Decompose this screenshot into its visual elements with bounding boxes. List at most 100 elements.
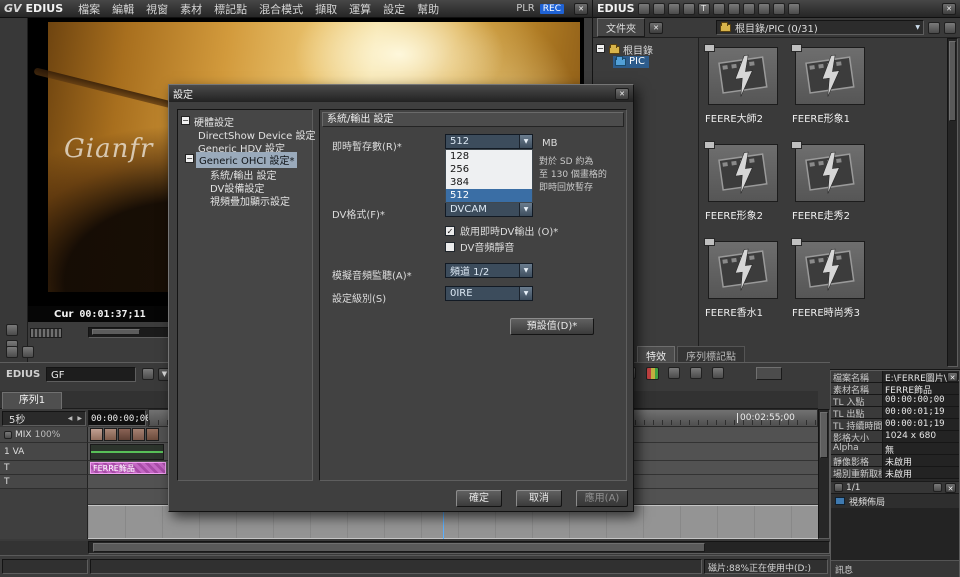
buffer-option-selected[interactable]: 512 xyxy=(446,189,532,202)
audio-monitor-combo[interactable]: 頻道 1/2 ▼ xyxy=(445,263,533,278)
tab-sequence-1[interactable]: 序列1 xyxy=(2,392,62,409)
copy-icon[interactable] xyxy=(743,3,755,15)
tab-sequence-marks[interactable]: 序列標記點 xyxy=(677,346,745,362)
menu-item-help[interactable]: 幫助 xyxy=(417,1,439,17)
menu-item-mode[interactable]: 混合模式 xyxy=(259,1,303,17)
tree-item-pic[interactable]: PIC xyxy=(613,56,649,68)
rec-mode-button[interactable]: REC xyxy=(540,4,564,14)
new-bin-icon[interactable] xyxy=(638,3,650,15)
dv-output-checkbox[interactable]: ✓ 啟用即時DV輸出 (O)* xyxy=(445,223,558,238)
bin-item[interactable]: FEERE時尚秀3 xyxy=(788,234,875,331)
close-folder-pane-icon[interactable]: ✕ xyxy=(649,22,663,34)
dialog-title-bar[interactable]: 設定 ✕ xyxy=(169,85,633,102)
add-folder-icon[interactable] xyxy=(683,3,695,15)
chevron-down-icon[interactable]: ▼ xyxy=(519,135,532,148)
setup-level-combo[interactable]: 0IRE ▼ xyxy=(445,286,533,301)
ok-button[interactable]: 確定 xyxy=(456,490,502,507)
delete-icon[interactable] xyxy=(773,3,785,15)
dv-mute-checkbox[interactable]: DV音頻靜音 xyxy=(445,239,514,254)
grid-snap-icon[interactable] xyxy=(690,367,702,379)
menu-item-file[interactable]: 檔案 xyxy=(78,1,100,17)
tree-collapse-icon[interactable]: − xyxy=(181,116,190,125)
menu-item-render[interactable]: 運算 xyxy=(349,1,371,17)
menu-item-view[interactable]: 視窗 xyxy=(146,1,168,17)
close-icon[interactable]: ✕ xyxy=(615,88,629,100)
title-tool-icon[interactable]: T xyxy=(698,3,710,15)
sequence-name-field[interactable]: GF xyxy=(46,367,136,382)
paste-icon[interactable] xyxy=(758,3,770,15)
chevron-down-icon[interactable]: ▼ xyxy=(915,24,920,31)
video-layout-item[interactable]: 視頻佈局 xyxy=(831,494,959,508)
track-header-t2[interactable]: T xyxy=(0,475,88,489)
mixer-icon[interactable] xyxy=(646,367,659,380)
close-icon[interactable]: ✕ xyxy=(947,372,958,382)
timeline-vscrollbar-thumb[interactable] xyxy=(820,412,828,458)
search-icon[interactable] xyxy=(653,3,665,15)
waveform-icon[interactable] xyxy=(668,367,680,379)
buffer-count-combo[interactable]: 512 ▼ xyxy=(445,134,533,149)
chevron-down-icon[interactable]: ▼ xyxy=(519,264,532,277)
close-icon[interactable]: ✕ xyxy=(945,483,956,493)
close-icon[interactable]: ✕ xyxy=(942,3,956,15)
buffer-option[interactable]: 128 xyxy=(446,150,532,163)
bin-scrollbar[interactable] xyxy=(947,38,958,367)
timescale-control[interactable]: 5秒 ◀ ▶ xyxy=(2,411,86,426)
menu-item-edit[interactable]: 編輯 xyxy=(112,1,134,17)
track-header-mix[interactable]: MIX 100% xyxy=(0,427,88,443)
scale-left-icon[interactable]: ◀ xyxy=(66,415,75,422)
bin-path-box[interactable]: 根目錄/PIC (0/31) ▼ xyxy=(716,20,924,35)
timeline-hscrollbar-thumb[interactable] xyxy=(93,543,705,552)
timeline-clip[interactable]: FERRE飾品 xyxy=(90,462,166,474)
tree-item-generic-ohci[interactable]: Generic OHCI 設定* xyxy=(196,152,297,168)
loop-icon[interactable] xyxy=(6,346,18,358)
dv-format-combo[interactable]: DVCAM ▼ xyxy=(445,202,533,217)
tab-effects[interactable]: 特效 xyxy=(637,346,675,362)
safe-area-icon[interactable] xyxy=(6,324,18,336)
list-view-icon[interactable] xyxy=(944,22,956,34)
capture-icon[interactable] xyxy=(668,3,680,15)
clip-audio-waveform[interactable] xyxy=(90,444,164,460)
track-expand-icon[interactable] xyxy=(4,431,12,439)
view-mode-icon[interactable] xyxy=(788,3,800,15)
shuttle-grip[interactable] xyxy=(30,328,62,338)
tree-collapse-icon[interactable]: − xyxy=(596,44,605,53)
tab-folder[interactable]: 文件夾 xyxy=(597,18,645,37)
scale-right-icon[interactable]: ▶ xyxy=(74,415,85,422)
tree-item-overlay-display[interactable]: 視頻疊加顯示設定 xyxy=(210,193,290,208)
bin-item[interactable]: FEERE大師2 xyxy=(701,40,788,137)
up-folder-icon[interactable] xyxy=(928,22,940,34)
import-icon[interactable] xyxy=(713,3,725,15)
cancel-button[interactable]: 取消 xyxy=(516,490,562,507)
default-button[interactable]: 預設值(D)* xyxy=(510,318,594,335)
bin-item[interactable]: FEERE走秀2 xyxy=(788,137,875,234)
new-sequence-icon[interactable] xyxy=(142,368,154,380)
clip-video-thumbnails[interactable] xyxy=(90,428,160,441)
menu-item-settings[interactable]: 設定 xyxy=(383,1,405,17)
buffer-option[interactable]: 384 xyxy=(446,176,532,189)
pages-icon[interactable] xyxy=(834,483,843,492)
bin-item[interactable]: FEERE形象2 xyxy=(701,137,788,234)
menu-item-clip[interactable]: 素材 xyxy=(180,1,202,17)
zoom-control[interactable] xyxy=(756,367,782,380)
timeline-hscrollbar[interactable] xyxy=(88,541,830,554)
pin-icon[interactable] xyxy=(933,483,942,492)
checkbox-unchecked-icon[interactable] xyxy=(445,242,455,252)
menu-item-marker[interactable]: 標記點 xyxy=(214,1,247,17)
chevron-down-icon[interactable]: ▼ xyxy=(519,203,532,216)
bin-item[interactable]: FEERE形象1 xyxy=(788,40,875,137)
position-slider-thumb[interactable] xyxy=(92,329,140,335)
stop-icon[interactable] xyxy=(22,346,34,358)
bin-item[interactable]: FEERE香水1 xyxy=(701,234,788,331)
close-icon[interactable]: ✕ xyxy=(574,3,588,15)
apply-button[interactable]: 應用(A) xyxy=(576,490,628,507)
bin-scrollbar-thumb[interactable] xyxy=(949,41,956,121)
tree-collapse-icon[interactable]: − xyxy=(185,154,194,163)
timeline-vscrollbar[interactable] xyxy=(818,409,830,539)
layout-icon[interactable] xyxy=(712,367,724,379)
chevron-down-icon[interactable]: ▼ xyxy=(519,287,532,300)
plr-mode-label[interactable]: PLR xyxy=(516,3,535,14)
cut-icon[interactable] xyxy=(728,3,740,15)
checkbox-checked-icon[interactable]: ✓ xyxy=(445,226,455,236)
menu-item-capture[interactable]: 擷取 xyxy=(315,1,337,17)
buffer-option[interactable]: 256 xyxy=(446,163,532,176)
